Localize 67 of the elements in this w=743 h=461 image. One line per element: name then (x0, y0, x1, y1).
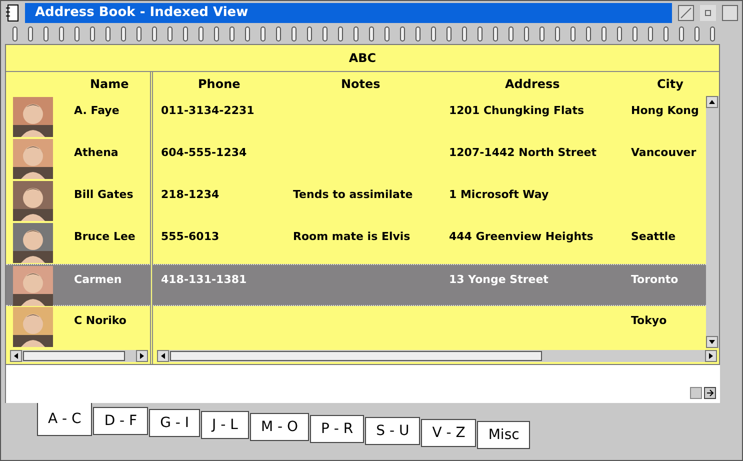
name-text: Bruce Lee (74, 230, 136, 243)
scroll-down-icon[interactable] (706, 336, 718, 348)
name-text: Bill Gates (74, 188, 134, 201)
table-row[interactable]: 604-555-1234 1207-1442 North Street Vancouver (153, 138, 706, 180)
scroll-right-icon[interactable] (136, 350, 148, 362)
table-row[interactable]: Athena (6, 138, 150, 180)
table-row[interactable]: Carmen (6, 264, 150, 306)
maximize-icon[interactable] (722, 5, 738, 21)
table-row[interactable]: Bill Gates (6, 180, 150, 222)
table-row[interactable]: C Noriko (6, 306, 150, 348)
address-text: 13 Yonge Street (449, 273, 548, 286)
minimize-icon[interactable] (700, 5, 716, 21)
horizontal-scrollbar[interactable] (157, 350, 717, 362)
column-header[interactable]: Name (90, 77, 129, 91)
index-tab[interactable]: A - C (37, 403, 92, 436)
table-row[interactable]: 418-131-1381 13 Yonge Street Toronto (153, 264, 706, 306)
table-row[interactable]: Bruce Lee (6, 222, 150, 264)
address-text: 1207-1442 North Street (449, 146, 597, 159)
scroll-left-icon[interactable] (157, 350, 169, 362)
scroll-left-icon[interactable] (10, 350, 22, 362)
table-row[interactable]: 218-1234 Tends to assimilate 1 Microsoft Way (153, 180, 706, 222)
table-row[interactable]: 011-3134-2231 1201 Chungking Flats Hong Kong (153, 96, 706, 138)
table-row[interactable]: Tokyo (153, 306, 706, 348)
name-text: Carmen (74, 273, 122, 286)
name-text: C Noriko (74, 314, 126, 327)
index-tab[interactable]: G - I (149, 409, 200, 437)
phone-text: 011-3134-2231 (161, 104, 254, 117)
index-tab[interactable]: S - U (365, 417, 420, 445)
address-text: 444 Greenview Heights (449, 230, 594, 243)
address-text: 1 Microsoft Way (449, 188, 549, 201)
notes-text: Tends to assimilate (293, 188, 413, 201)
index-tab[interactable]: D - F (93, 407, 148, 435)
column-header[interactable]: Notes (341, 77, 380, 91)
notebook-icon (5, 4, 19, 22)
window-title: Address Book - Indexed View (25, 3, 672, 23)
phone-text: 218-1234 (161, 188, 220, 201)
city-text: Vancouver (631, 146, 696, 159)
city-text: Toronto (631, 273, 678, 286)
name-text: A. Faye (74, 104, 120, 117)
section-title: ABC (6, 45, 719, 72)
column-header[interactable]: Address (505, 77, 560, 91)
column-header[interactable]: Phone (198, 77, 240, 91)
scroll-right-icon[interactable] (705, 350, 717, 362)
horizontal-scrollbar[interactable] (10, 350, 148, 362)
index-tab[interactable]: V - Z (421, 419, 476, 447)
phone-text: 604-555-1234 (161, 146, 247, 159)
phone-text: 418-131-1381 (161, 273, 247, 286)
index-tab[interactable]: Misc (477, 421, 530, 449)
phone-text: 555-6013 (161, 230, 220, 243)
table-row[interactable]: 555-6013 Room mate is Elvis 444 Greenview Heights Seattle (153, 222, 706, 264)
city-text: Hong Kong (631, 104, 699, 117)
resize-icon[interactable] (678, 5, 694, 21)
scroll-thumb[interactable] (170, 351, 542, 361)
vertical-scrollbar[interactable] (706, 96, 719, 348)
next-page-icon[interactable] (690, 387, 716, 399)
notes-text: Room mate is Elvis (293, 230, 410, 243)
index-tab[interactable]: P - R (310, 415, 364, 443)
index-tab[interactable]: J - L (201, 411, 249, 439)
column-header[interactable]: City (657, 77, 684, 91)
name-text: Athena (74, 146, 118, 159)
table-row[interactable]: A. Faye (6, 96, 150, 138)
city-text: Tokyo (631, 314, 667, 327)
scroll-thumb[interactable] (23, 351, 125, 361)
city-text: Seattle (631, 230, 676, 243)
index-tab[interactable]: M - O (250, 413, 309, 441)
scroll-up-icon[interactable] (706, 96, 718, 108)
address-text: 1201 Chungking Flats (449, 104, 584, 117)
